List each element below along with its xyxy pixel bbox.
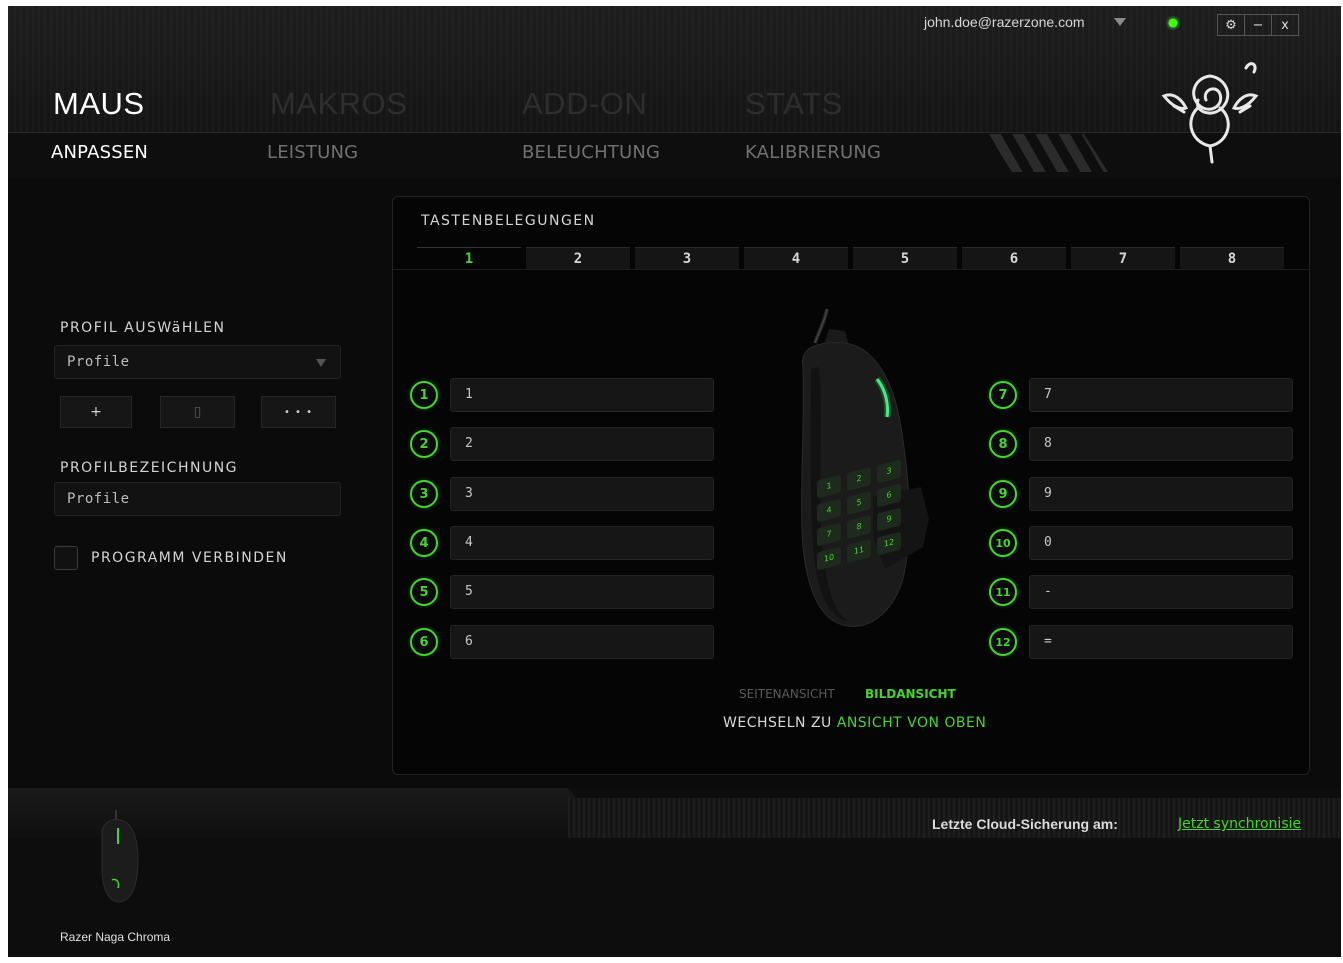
more-options-button[interactable]: • • • <box>261 396 336 428</box>
key-row[interactable]: 8 8 <box>989 427 1293 461</box>
side-key: 11 <box>847 539 871 563</box>
key-assignment-field[interactable]: 5 <box>450 575 714 609</box>
tab-divider <box>393 269 1309 270</box>
subtab-anpassen[interactable]: ANPASSEN <box>51 142 148 163</box>
delete-profile-button[interactable]: ▯ <box>160 396 235 428</box>
key-row[interactable]: 10 0 <box>989 526 1293 560</box>
image-view-toggle[interactable]: BILDANSICHT <box>865 687 956 701</box>
key-assignment-field[interactable]: 8 <box>1029 427 1293 461</box>
key-assignment-panel: TASTENBELEGUNGEN 1 2 3 4 5 6 7 8 1 1 2 2… <box>392 196 1310 775</box>
link-program-checkbox[interactable] <box>54 546 78 570</box>
key-number-badge: 12 <box>989 628 1017 656</box>
side-key: 5 <box>847 491 871 515</box>
subtab-beleuchtung[interactable]: BELEUCHTUNG <box>522 142 660 163</box>
side-key: 9 <box>877 507 901 532</box>
panel-title: TASTENBELEGUNGEN <box>421 213 596 229</box>
subtab-leistung[interactable]: LEISTUNG <box>267 142 358 163</box>
chevron-down-icon[interactable] <box>1114 18 1126 26</box>
key-assignment-field[interactable]: 3 <box>450 477 714 511</box>
key-number-badge: 9 <box>989 480 1017 508</box>
header: john.doe@razerzone.com ⚙ − x MAUS MAKROS… <box>8 6 1341 179</box>
profile-name-label: PROFILBEZEICHNUNG <box>60 460 239 476</box>
profile-dropdown-value: Profile <box>67 354 130 370</box>
tab-8[interactable]: 8 <box>1180 247 1284 270</box>
key-row[interactable]: 1 1 <box>410 378 714 412</box>
online-status-icon <box>1166 16 1180 30</box>
side-key: 8 <box>847 515 871 539</box>
key-row[interactable]: 7 7 <box>989 378 1293 412</box>
profile-dropdown[interactable]: Profile <box>54 345 341 379</box>
key-assignment-field[interactable]: 9 <box>1029 477 1293 511</box>
switch-view-prefix: WECHSELN ZU <box>723 715 832 731</box>
side-key: 10 <box>817 546 841 571</box>
key-assignment-field[interactable]: 7 <box>1029 378 1293 412</box>
key-row[interactable]: 12 = <box>989 625 1293 659</box>
razer-logo-icon <box>1161 62 1259 164</box>
tab-6[interactable]: 6 <box>962 247 1066 270</box>
profile-name-input[interactable]: Profile <box>54 482 341 516</box>
side-key: 4 <box>817 498 841 523</box>
key-number-badge: 11 <box>989 578 1017 606</box>
key-row[interactable]: 4 4 <box>410 526 714 560</box>
device-name[interactable]: Razer Naga Chroma <box>60 930 170 944</box>
side-key: 6 <box>877 483 901 508</box>
close-button[interactable]: x <box>1271 15 1298 35</box>
side-key: 12 <box>877 531 901 556</box>
key-number-badge: 8 <box>989 430 1017 458</box>
footer: Letzte Cloud-Sicherung am: Jetzt synchro… <box>8 788 1341 957</box>
cloud-backup-label: Letzte Cloud-Sicherung am: <box>932 816 1118 832</box>
key-number-badge: 5 <box>410 578 438 606</box>
key-row[interactable]: 6 6 <box>410 625 714 659</box>
key-assignment-field[interactable]: 2 <box>450 427 714 461</box>
chevron-down-icon <box>316 359 326 367</box>
key-number-badge: 4 <box>410 529 438 557</box>
profile-select-label: PROFIL AUSWäHLEN <box>60 320 226 336</box>
key-number-badge: 6 <box>410 628 438 656</box>
key-row[interactable]: 9 9 <box>989 477 1293 511</box>
razer-synapse-window: john.doe@razerzone.com ⚙ − x MAUS MAKROS… <box>8 6 1341 957</box>
key-number-badge: 1 <box>410 381 438 409</box>
key-row[interactable]: 11 - <box>989 575 1293 609</box>
key-number-badge: 3 <box>410 480 438 508</box>
side-view-toggle[interactable]: SEITENANSICHT <box>739 687 835 701</box>
key-assignment-field[interactable]: - <box>1029 575 1293 609</box>
sync-now-link[interactable]: Jetzt synchronisie <box>1178 816 1301 832</box>
key-assignment-field[interactable]: = <box>1029 625 1293 659</box>
add-profile-button[interactable]: + <box>60 396 132 428</box>
key-assignment-field[interactable]: 4 <box>450 526 714 560</box>
device-mouse-icon[interactable] <box>94 808 144 908</box>
tab-maus[interactable]: MAUS <box>53 86 145 122</box>
tab-3[interactable]: 3 <box>635 247 739 270</box>
key-assignment-field[interactable]: 0 <box>1029 526 1293 560</box>
subtab-kalibrierung[interactable]: KALIBRIERUNG <box>745 142 881 163</box>
tab-makros[interactable]: MAKROS <box>270 86 407 122</box>
key-row[interactable]: 2 2 <box>410 427 714 461</box>
profile-tabs: 1 2 3 4 5 6 7 8 <box>417 247 1285 270</box>
key-assignment-field[interactable]: 1 <box>450 378 714 412</box>
tab-1[interactable]: 1 <box>417 247 521 270</box>
link-program-label[interactable]: PROGRAMM VERBINDEN <box>91 550 288 566</box>
tab-stats[interactable]: STATS <box>745 86 843 122</box>
tab-5[interactable]: 5 <box>853 247 957 270</box>
tab-4[interactable]: 4 <box>744 247 848 270</box>
key-assignment-field[interactable]: 6 <box>450 625 714 659</box>
key-number-badge: 2 <box>410 430 438 458</box>
minimize-button[interactable]: − <box>1244 15 1271 35</box>
key-number-badge: 7 <box>989 381 1017 409</box>
window-controls: ⚙ − x <box>1217 14 1299 36</box>
switch-view-link[interactable]: WECHSELN ZU ANSICHT VON OBEN <box>723 715 986 731</box>
trash-icon: ▯ <box>193 404 202 420</box>
header-hatch-decoration <box>988 134 1108 172</box>
key-row[interactable]: 5 5 <box>410 575 714 609</box>
side-key: 7 <box>817 522 841 547</box>
switch-view-target[interactable]: ANSICHT VON OBEN <box>837 715 987 731</box>
key-row[interactable]: 3 3 <box>410 477 714 511</box>
tab-7[interactable]: 7 <box>1071 247 1175 270</box>
settings-icon[interactable]: ⚙ <box>1218 15 1244 35</box>
key-number-badge: 10 <box>989 529 1017 557</box>
tab-add-on[interactable]: ADD-ON <box>522 86 647 122</box>
tab-2[interactable]: 2 <box>526 247 630 270</box>
user-email[interactable]: john.doe@razerzone.com <box>924 14 1085 30</box>
